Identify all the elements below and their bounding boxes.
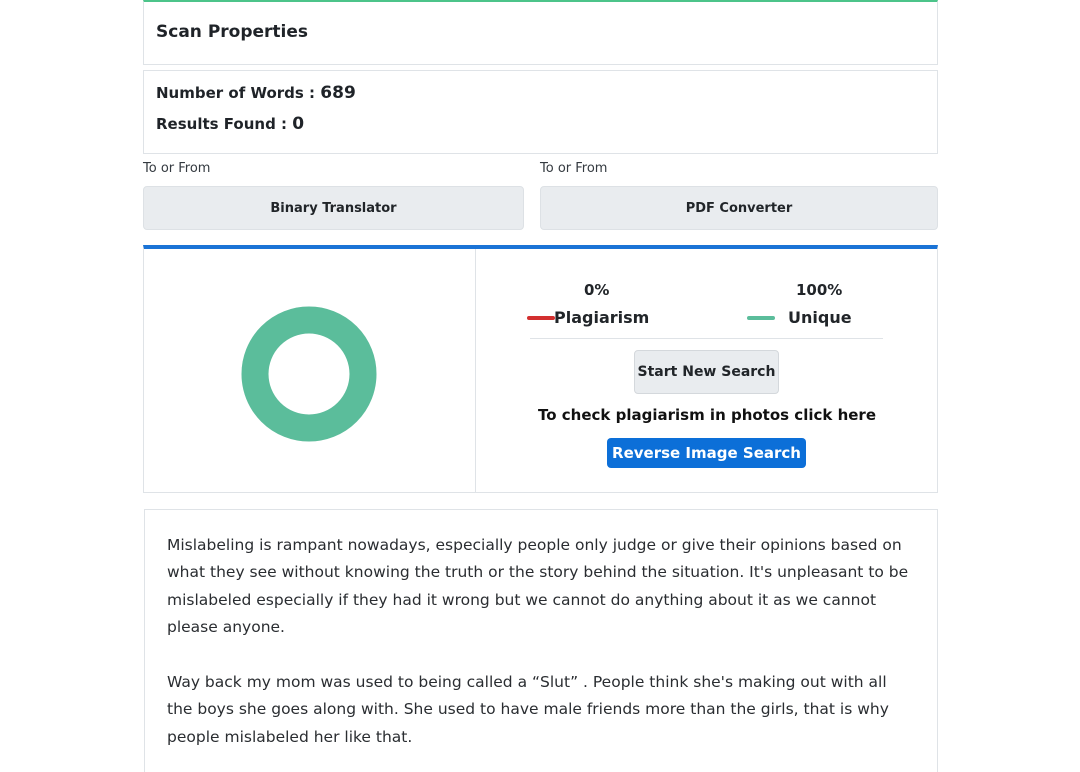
result-donut-chart: [241, 306, 377, 442]
unique-legend-swatch: [747, 316, 775, 320]
binary-translator-button[interactable]: Binary Translator: [143, 186, 524, 230]
word-count-row: Number of Words : 689: [156, 83, 356, 103]
unique-label: Unique: [788, 308, 852, 327]
page: Scan Properties Number of Words : 689 Re…: [0, 0, 1080, 772]
scan-properties-header: Scan Properties: [143, 0, 938, 65]
scanned-paragraph: Way back my mom was used to being called…: [167, 673, 889, 746]
unique-percent: 100%: [796, 281, 843, 299]
donut-unique-arc: [241, 306, 377, 442]
result-card: 0% Plagiarism 100% Unique Start New Sear…: [143, 245, 938, 493]
word-count-label: Number of Words :: [156, 84, 316, 102]
result-divider: [475, 249, 476, 493]
scanned-paragraph: Mislabeling is rampant nowadays, especia…: [167, 536, 909, 636]
plagiarism-label: Plagiarism: [554, 308, 650, 327]
pdf-converter-button[interactable]: PDF Converter: [540, 186, 938, 230]
plagiarism-percent: 0%: [584, 281, 610, 299]
tool-label-1: To or From: [143, 161, 211, 176]
plagiarism-legend-swatch: [527, 316, 555, 320]
scan-properties-title: Scan Properties: [156, 22, 309, 42]
start-new-search-button[interactable]: Start New Search: [634, 350, 779, 394]
results-found-label: Results Found :: [156, 115, 288, 133]
word-count-value: 689: [320, 83, 356, 103]
results-found-row: Results Found : 0: [156, 114, 304, 134]
scanned-text-card: Mislabeling is rampant nowadays, especia…: [144, 509, 938, 772]
scan-stats-card: Number of Words : 689 Results Found : 0: [143, 70, 938, 154]
legend-divider: [530, 338, 883, 339]
results-found-value: 0: [292, 114, 305, 134]
tool-label-2: To or From: [540, 161, 608, 176]
reverse-image-search-button[interactable]: Reverse Image Search: [607, 438, 806, 468]
photo-plagiarism-prompt: To check plagiarism in photos click here: [538, 406, 876, 424]
